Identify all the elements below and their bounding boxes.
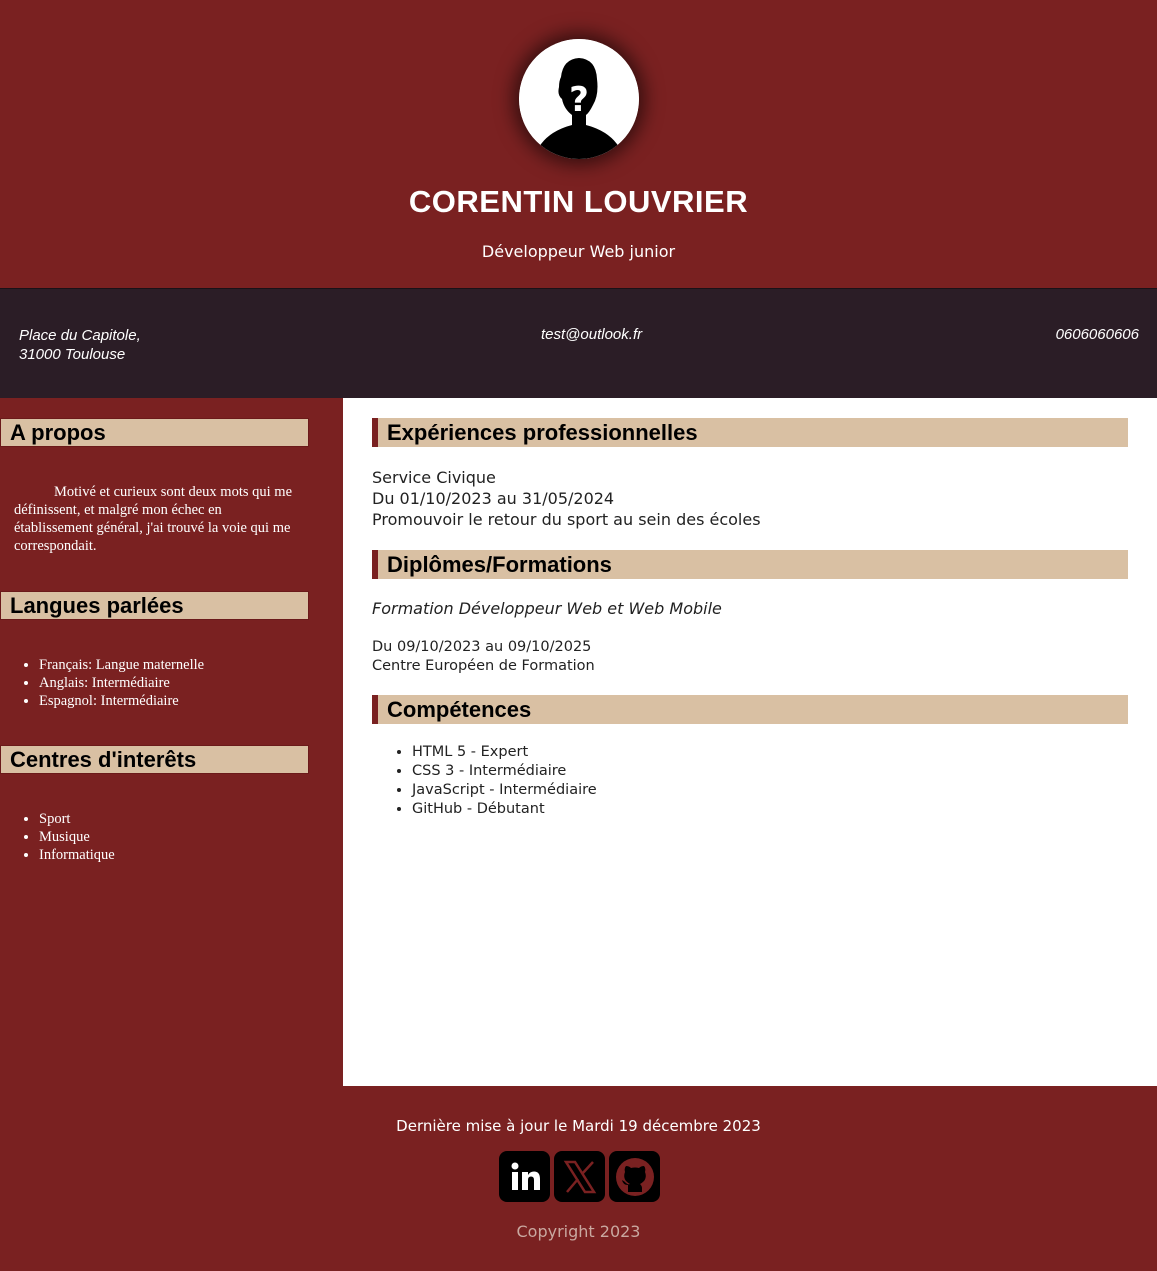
address-line-2: 31000 Toulouse (19, 346, 126, 363)
education-name: Formation Développeur Web et Web Mobile (372, 599, 722, 618)
list-item: Musique (39, 828, 115, 846)
copyright: Copyright 2023 (516, 1222, 641, 1241)
skills-list: HTML 5 - Expert CSS 3 - Intermédiaire Ja… (412, 743, 597, 819)
address-line-1: Place du Capitole, (19, 327, 141, 344)
list-item: GitHub - Débutant (412, 800, 597, 819)
list-item: CSS 3 - Intermédiaire (412, 762, 597, 781)
list-item: Sport (39, 810, 115, 828)
list-item: Anglais: Intermédiaire (39, 674, 204, 692)
main-content: Expériences professionnelles Service Civ… (343, 398, 1157, 1086)
person-name: CORENTIN LOUVRIER (408, 184, 749, 219)
linkedin-icon (506, 1158, 543, 1195)
experience-description: Promouvoir le retour du sport au sein de… (372, 510, 761, 529)
experience-entry: Service Civique Du 01/10/2023 au 31/05/2… (372, 467, 761, 530)
education-dates: Du 09/10/2023 au 09/10/2025 (372, 639, 592, 655)
email-address[interactable]: test@outlook.fr (541, 326, 642, 343)
interests-list: Sport Musique Informatique (39, 810, 115, 864)
experience-heading: Expériences professionnelles (372, 418, 1128, 447)
x-twitter-link[interactable] (554, 1151, 605, 1202)
x-twitter-icon (563, 1160, 596, 1193)
list-item: HTML 5 - Expert (412, 743, 597, 762)
experience-dates: Du 01/10/2023 au 31/05/2024 (372, 489, 615, 508)
job-title: Développeur Web junior (481, 242, 676, 261)
header: ? CORENTIN LOUVRIER Développeur Web juni… (0, 0, 1157, 288)
svg-text:?: ? (569, 80, 589, 120)
list-item: Français: Langue maternelle (39, 656, 204, 674)
unknown-person-icon: ? (519, 39, 639, 159)
list-item: Espagnol: Intermédiaire (39, 692, 204, 710)
phone-number[interactable]: 0606060606 (1056, 326, 1139, 343)
skills-heading: Compétences (372, 695, 1128, 724)
sidebar: A propos Motivé et curieux sont deux mot… (0, 398, 343, 1086)
education-school: Centre Européen de Formation (372, 658, 595, 674)
about-text: Motivé et curieux sont deux mots qui me … (14, 484, 293, 554)
contact-bar: Place du Capitole, 31000 Toulouse test@o… (0, 288, 1157, 398)
education-details: Du 09/10/2023 au 09/10/2025 Centre Europ… (372, 638, 595, 676)
social-links (499, 1151, 660, 1202)
address: Place du Capitole, 31000 Toulouse (19, 326, 141, 364)
education-heading: Diplômes/Formations (372, 550, 1128, 579)
languages-heading: Langues parlées (0, 591, 309, 620)
list-item: JavaScript - Intermédiaire (412, 781, 597, 800)
github-icon (615, 1157, 654, 1196)
github-link[interactable] (609, 1151, 660, 1202)
footer: Dernière mise à jour le Mardi 19 décembr… (0, 1086, 1157, 1271)
about-heading: A propos (0, 418, 309, 447)
linkedin-link[interactable] (499, 1151, 550, 1202)
languages-list: Français: Langue maternelle Anglais: Int… (39, 656, 204, 710)
experience-position: Service Civique (372, 468, 496, 487)
interests-heading: Centres d'interêts (0, 745, 309, 774)
last-update: Dernière mise à jour le Mardi 19 décembr… (396, 1117, 761, 1135)
list-item: Informatique (39, 846, 115, 864)
